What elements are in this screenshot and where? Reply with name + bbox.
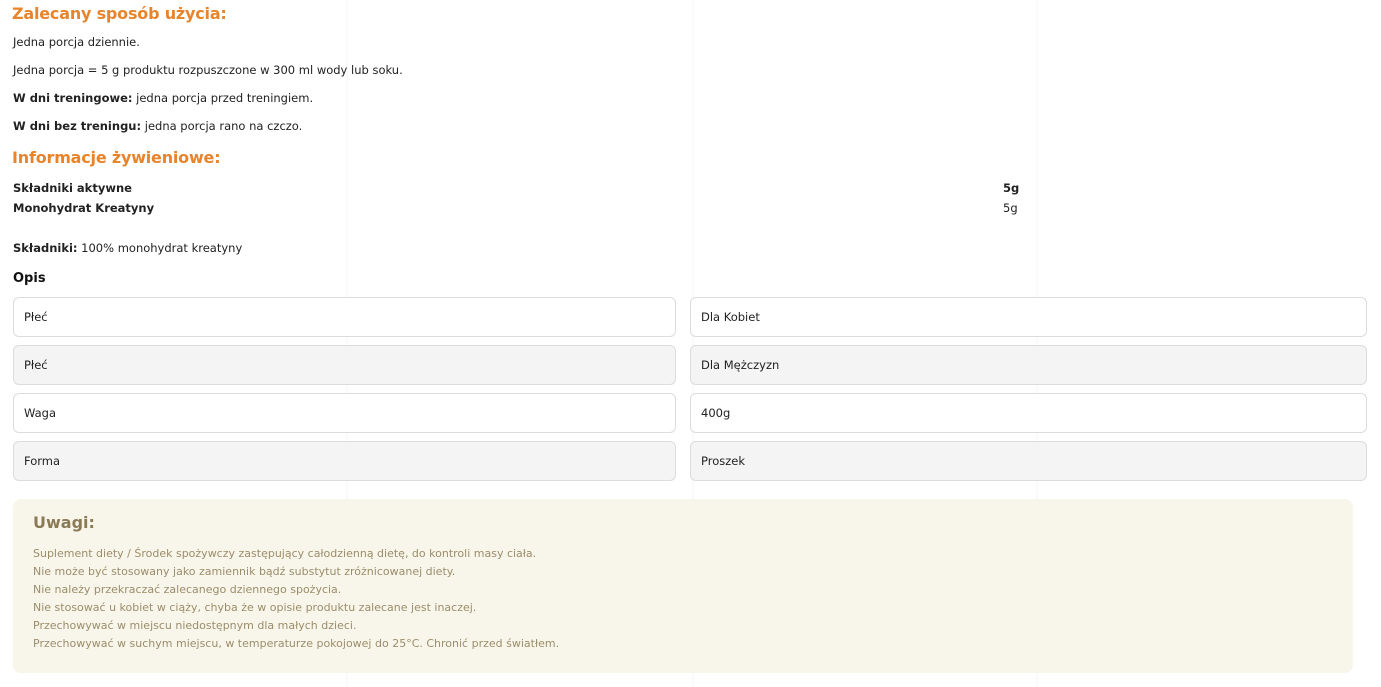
usage-line: W dni bez treningu: jedna porcja rano na… [13,119,302,133]
nutrition-name: Składniki aktywne [13,181,132,195]
usage-line-text: Jedna porcja dziennie. [13,35,140,49]
attribute-key: Waga [13,393,676,433]
notes-list: Suplement diety / Środek spożywczy zastę… [33,545,559,653]
notes-item: Przechowywać w miejscu niedostępnym dla … [33,619,357,632]
notes-item: Nie należy przekraczać zalecanego dzienn… [33,583,342,596]
ingredients-label: Składniki: [13,241,78,255]
nutrition-row: Składniki aktywne 5g [13,181,1033,197]
notes-item: Przechowywać w suchym miejscu, w tempera… [33,637,560,650]
usage-line-text: Jedna porcja = 5 g produktu rozpuszczone… [13,63,403,77]
ingredients-line: Składniki: 100% monohydrat kreatyny [13,241,242,255]
nutrition-name: Monohydrat Kreatyny [13,201,155,215]
attribute-key: Płeć [13,297,676,337]
attribute-value: Proszek [690,441,1367,481]
attribute-key: Płeć [13,345,676,385]
notes-item: Nie stosować u kobiet w ciąży, chyba że … [33,601,477,614]
nutrition-heading: Informacje żywieniowe: [12,148,221,167]
notes-heading: Uwagi: [33,513,95,532]
usage-line-bold: W dni bez treningu: [13,119,142,133]
product-details-page: Zalecany sposób użycia: Jedna porcja dzi… [0,0,1381,687]
usage-line-text: jedna porcja przed treningiem. [132,91,314,105]
nutrition-value: 5g [1003,181,1020,195]
usage-line: W dni treningowe: jedna porcja przed tre… [13,91,313,105]
ingredients-text: 100% monohydrat kreatyny [77,241,243,255]
attribute-key: Forma [13,441,676,481]
usage-line: Jedna porcja dziennie. [13,35,140,49]
description-heading: Opis [13,271,46,286]
usage-heading: Zalecany sposób użycia: [12,4,227,23]
notes-box: Uwagi: Suplement diety / Środek spożywcz… [13,499,1353,673]
usage-line: Jedna porcja = 5 g produktu rozpuszczone… [13,63,403,77]
usage-line-bold: W dni treningowe: [13,91,133,105]
nutrition-row: Monohydrat Kreatyny 5g [13,201,1033,217]
usage-line-text: jedna porcja rano na czczo. [141,119,303,133]
notes-item: Nie może być stosowany jako zamiennik bą… [33,565,456,578]
notes-item: Suplement diety / Środek spożywczy zastę… [33,547,537,560]
attribute-value: Dla Mężczyzn [690,345,1367,385]
attribute-value: Dla Kobiet [690,297,1367,337]
attribute-value: 400g [690,393,1367,433]
nutrition-value: 5g [1003,201,1018,215]
